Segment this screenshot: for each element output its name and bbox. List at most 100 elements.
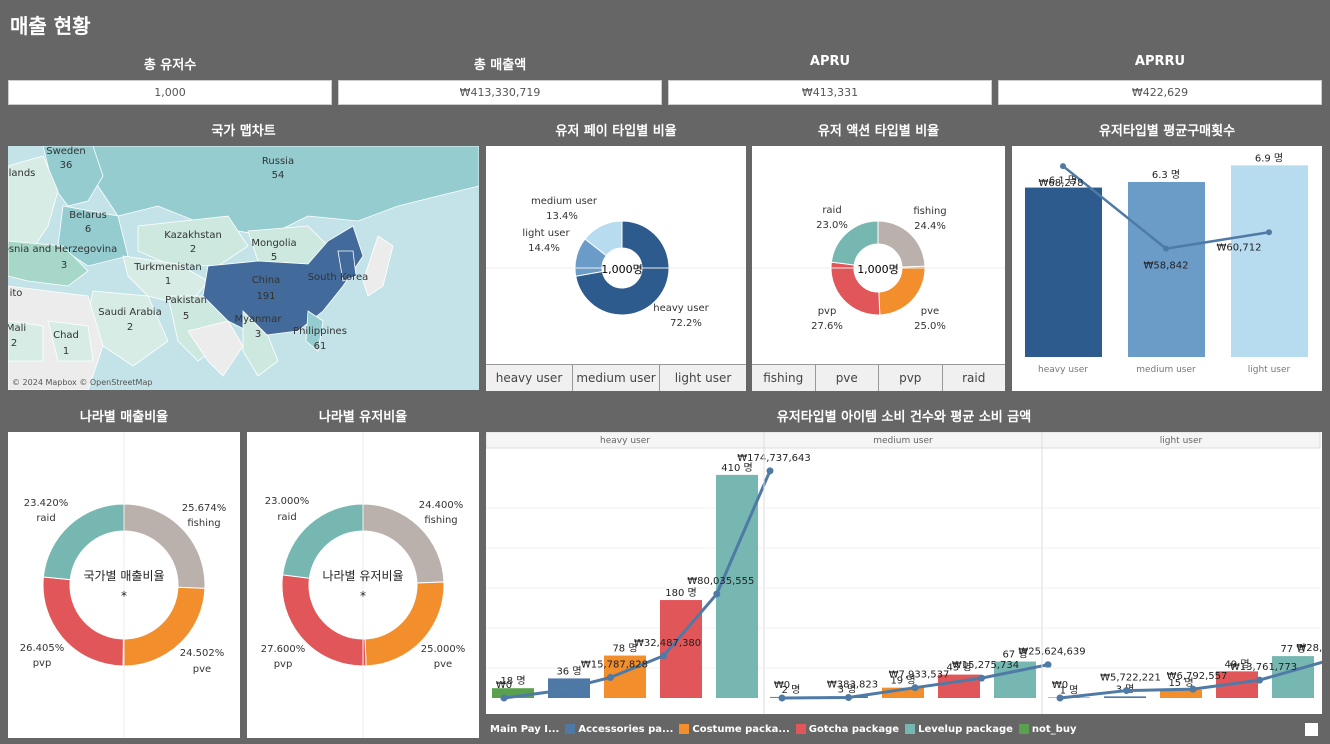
legend-item-not-buy[interactable]: not_buy <box>1018 724 1076 735</box>
crev-label-raid-name: raid <box>36 513 55 524</box>
item-amount-point <box>978 674 985 682</box>
map-label-name: lands <box>9 168 36 179</box>
avg-bar-label: 6.9 명 <box>1255 152 1283 164</box>
pay-label-heavy-pct: 72.2% <box>670 318 702 329</box>
map-title: 국가 맵차트 <box>211 124 276 139</box>
country-revenue-center-sub: * <box>121 589 127 603</box>
item-bar <box>1104 696 1146 698</box>
country-users-center-label: 나라별 유저비율 <box>322 569 403 583</box>
kpi-total-revenue-label: 총 매출액 <box>473 58 527 73</box>
legend-item-levelup[interactable]: Levelup package <box>905 724 1013 735</box>
action-type-panel: 1,000명 fishing 24.4% pve 25.0% pvp 27.6%… <box>752 146 1005 391</box>
map-label-name: Pakistan <box>165 295 207 306</box>
cusr-label-raid-pct: 23.000% <box>265 496 310 507</box>
item-amount-label: ₩28,314,023 <box>1296 643 1322 654</box>
item-bar <box>660 600 702 698</box>
item-amount-point <box>766 467 774 475</box>
item-amount-point <box>500 694 508 702</box>
item-amount-label: ₩25,624,639 <box>1018 647 1085 658</box>
item-amount-label: ₩15,275,734 <box>952 660 1019 671</box>
avg-amount-point <box>1266 229 1272 236</box>
pay-type-donut[interactable]: 1,000명 heavy user 72.2% medium user 13.4… <box>486 146 746 364</box>
map-label-value: 3 <box>255 329 261 340</box>
item-amount-label: ₩174,737,643 <box>737 453 811 464</box>
map-label-value: 5 <box>271 252 277 263</box>
item-usage-legend: Main Pay I... Accessories pa... Costume … <box>490 724 1076 735</box>
crev-label-raid-pct: 23.420% <box>24 498 69 509</box>
action-filter-pvp-button[interactable]: pvp <box>879 365 943 391</box>
legend-item-costume[interactable]: Costume packa... <box>679 724 790 735</box>
map-label-value: 191 <box>256 291 275 302</box>
action-filter-fishing-button[interactable]: fishing <box>752 365 816 391</box>
action-label-raid-name: raid <box>822 205 841 216</box>
avg-bar <box>1231 165 1308 357</box>
map-canvas[interactable]: Sweden 36 Russia 54 lands Belarus 6 osni… <box>8 146 479 390</box>
avg-purchase-panel: 6.1 명 heavy user 6.3 명 medium user 6.9 명 ligh… <box>1012 146 1322 391</box>
action-filter-raid-button[interactable]: raid <box>942 365 1005 391</box>
legend-swatch-icon <box>1018 724 1029 734</box>
item-amount-label: ₩0 <box>1052 680 1068 691</box>
item-amount-label: ₩6,792,557 <box>1167 671 1228 682</box>
item-amount-point <box>553 687 561 695</box>
map-label-value: 5 <box>183 311 189 322</box>
country-map[interactable]: Sweden 36 Russia 54 lands Belarus 6 osni… <box>8 146 479 390</box>
map-label-name: osnia and Herzegovina <box>8 244 117 255</box>
action-filter-pve-button[interactable]: pve <box>815 365 879 391</box>
legend-item-accessories[interactable]: Accessories pa... <box>565 724 673 735</box>
map-attribution: © 2024 Mapbox © OpenStreetMap <box>12 378 152 387</box>
pay-type-center-label: 1,000명 <box>601 263 643 276</box>
map-label-name: Belarus <box>69 210 107 221</box>
legend-swatch-icon <box>905 724 916 734</box>
dashboard-title: 매출 현황 <box>10 14 91 38</box>
item-panel-header-label: light user <box>1160 436 1203 446</box>
map-label-value: 2 <box>190 244 196 255</box>
pay-label-medium-name: medium user <box>531 196 598 207</box>
country-users-donut[interactable]: 나라별 유저비율 * 24.400% fishing 25.000% pve 2… <box>247 432 479 738</box>
country-revenue-donut[interactable]: 국가별 매출비율 * 25.674% fishing 24.502% pve 2… <box>8 432 240 738</box>
pay-filter-medium-button[interactable]: medium user <box>573 365 660 391</box>
action-label-pve-name: pve <box>921 306 939 317</box>
country-revenue-center-label: 국가별 매출비율 <box>83 569 164 583</box>
item-usage-panel: heavy user 18 명 36 명 78 명 180 명 410 명 ₩0 ₩15,78… <box>486 432 1322 714</box>
legend-swatch-icon <box>565 724 576 734</box>
cusr-label-pve-name: pve <box>434 659 452 670</box>
action-label-fishing-pct: 24.4% <box>914 221 946 232</box>
avg-x-tick: medium user <box>1136 365 1196 375</box>
item-amount-label: ₩13,761,773 <box>1230 662 1297 673</box>
pay-label-light-pct: 14.4% <box>528 243 560 254</box>
avg-purchase-chart[interactable]: 6.1 명heavy user6.3 명medium user6.9 명ligh… <box>1012 146 1322 391</box>
map-label-name: Turkmenistan <box>133 262 201 273</box>
action-type-donut[interactable]: 1,000명 fishing 24.4% pve 25.0% pvp 27.6%… <box>752 146 1005 364</box>
pay-filter-heavy-button[interactable]: heavy user <box>486 365 573 391</box>
map-label-name: ito <box>10 288 23 299</box>
avg-x-tick: light user <box>1248 365 1291 375</box>
pay-filter-light-button[interactable]: light user <box>660 365 746 391</box>
map-label-value: 36 <box>60 160 73 171</box>
checkbox-toggle[interactable] <box>1305 723 1318 736</box>
map-label-name: Sweden <box>46 146 86 157</box>
pay-label-heavy-name: heavy user <box>653 303 709 314</box>
legend-swatch-icon <box>679 724 690 734</box>
item-amount-point <box>1189 685 1197 693</box>
country-users-panel: 나라별 유저비율 * 24.400% fishing 25.000% pve 2… <box>247 432 479 738</box>
item-amount-point <box>660 652 668 660</box>
crev-label-pvp-pct: 26.405% <box>20 643 65 654</box>
item-amount-point <box>1056 694 1064 702</box>
avg-amount-label: ₩58,842 <box>1144 261 1189 272</box>
map-label-value: 6 <box>85 224 91 235</box>
item-amount-point <box>1256 676 1263 684</box>
kpi-total-users-label: 총 유저수 <box>143 58 197 73</box>
cusr-label-pvp-pct: 27.600% <box>261 644 306 655</box>
map-label-name: Philippines <box>293 326 347 337</box>
map-label-value: 54 <box>272 170 285 181</box>
crev-label-pve-name: pve <box>193 664 211 675</box>
kpi-apru-value: ₩413,331 <box>668 80 992 105</box>
item-amount-label: ₩5,722,221 <box>1100 673 1161 684</box>
item-usage-chart[interactable]: heavy user18 명36 명78 명180 명410 명₩0₩15,78… <box>486 432 1322 714</box>
map-label-name: Saudi Arabia <box>98 307 161 318</box>
pay-label-light-name: light user <box>522 228 570 239</box>
map-label-name: Kazakhstan <box>164 230 222 241</box>
item-amount-point <box>778 694 786 702</box>
item-panel-header-label: medium user <box>873 436 933 446</box>
legend-item-gotcha[interactable]: Gotcha package <box>795 724 899 735</box>
